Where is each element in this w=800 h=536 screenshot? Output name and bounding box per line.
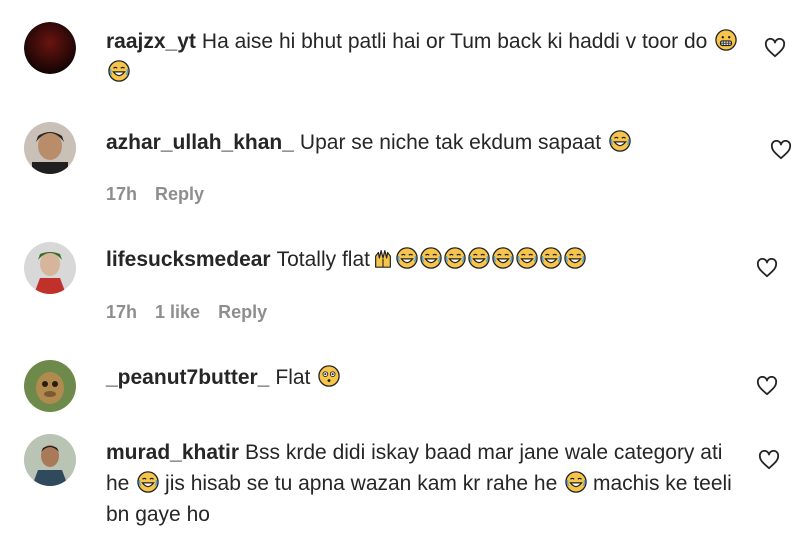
timestamp: 17h [106, 184, 138, 204]
like-heart-icon[interactable] [756, 376, 778, 396]
comment-meta: 17h Reply [106, 184, 222, 205]
joy-face-icon [516, 247, 538, 269]
avatar[interactable] [24, 434, 76, 486]
like-heart-icon[interactable] [770, 140, 792, 160]
like-heart-icon[interactable] [756, 258, 778, 278]
joy-face-icon [564, 247, 586, 269]
comment-text: _peanut7butter_ Flat [106, 362, 746, 393]
timestamp: 17h [106, 302, 138, 322]
avatar[interactable] [24, 22, 76, 74]
comment-body: Totally flat [276, 248, 370, 271]
comment-body: jis hisab se tu apna wazan kam kr rahe h… [165, 472, 558, 495]
like-heart-icon[interactable] [764, 38, 786, 58]
username[interactable]: raajzx_yt [106, 30, 196, 53]
joy-face-icon [565, 471, 587, 493]
comment-body: Upar se niche tak ekdum sapaat [299, 131, 602, 154]
flushed-face-icon [318, 365, 340, 387]
comment-text: lifesucksmedear Totally flat [106, 244, 746, 275]
joy-face-icon [540, 247, 562, 269]
comment-text: murad_khatir Bss krde didi iskay baad mar… [106, 437, 746, 530]
joy-face-icon [609, 130, 631, 152]
comment-body: Ha aise hi bhut patli hai or Tum back ki… [201, 30, 708, 53]
username[interactable]: _peanut7butter_ [106, 366, 269, 389]
joy-face-icon [396, 247, 418, 269]
comment-text: raajzx_yt Ha aise hi bhut patli hai or Tu… [106, 26, 746, 88]
avatar[interactable] [24, 242, 76, 294]
username[interactable]: azhar_ullah_khan_ [106, 131, 294, 154]
joy-face-icon [137, 471, 159, 493]
username[interactable]: lifesucksmedear [106, 248, 271, 271]
joy-face-icon [108, 60, 130, 82]
comment-body: Flat [275, 366, 311, 389]
avatar[interactable] [24, 122, 76, 174]
reply-button[interactable]: Reply [155, 184, 204, 204]
comment-text: azhar_ullah_khan_ Upar se niche tak ekdum… [106, 127, 746, 158]
reply-button[interactable]: Reply [218, 302, 267, 322]
raised-hands-icon [372, 247, 394, 269]
joy-face-icon [492, 247, 514, 269]
like-count[interactable]: 1 like [155, 302, 200, 322]
joy-face-icon [468, 247, 490, 269]
username[interactable]: murad_khatir [106, 441, 239, 464]
avatar[interactable] [24, 360, 76, 412]
like-heart-icon[interactable] [758, 450, 780, 470]
joy-face-icon [444, 247, 466, 269]
joy-face-icon [420, 247, 442, 269]
grinning-face-icon [715, 29, 737, 51]
comment-meta: 17h 1 like Reply [106, 302, 285, 323]
